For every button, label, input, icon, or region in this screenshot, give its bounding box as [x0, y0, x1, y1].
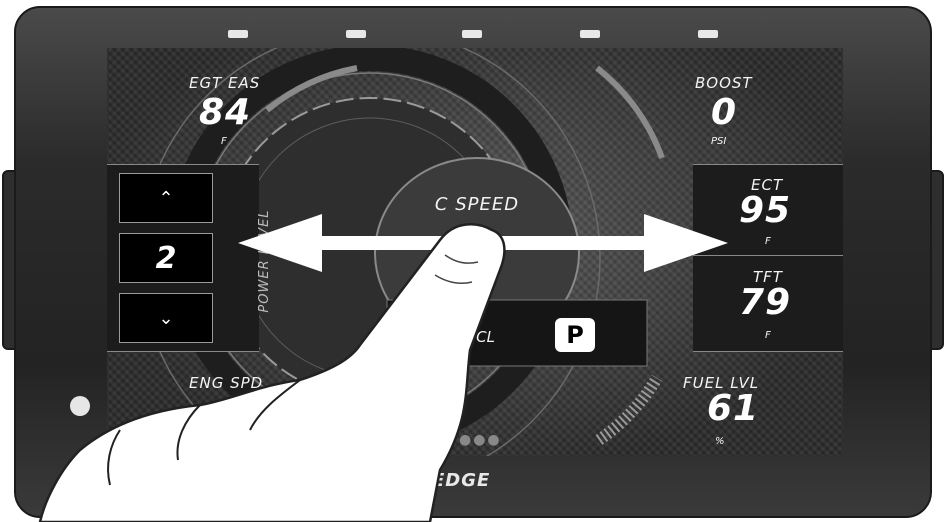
swipe-gesture-overlay [38, 214, 728, 522]
hand-swipe-icon [38, 223, 506, 522]
monitor-device: ⌃ 2 ⌄ POWER LEVEL EGT EAS 84 F BOOST 0 P… [0, 0, 946, 522]
